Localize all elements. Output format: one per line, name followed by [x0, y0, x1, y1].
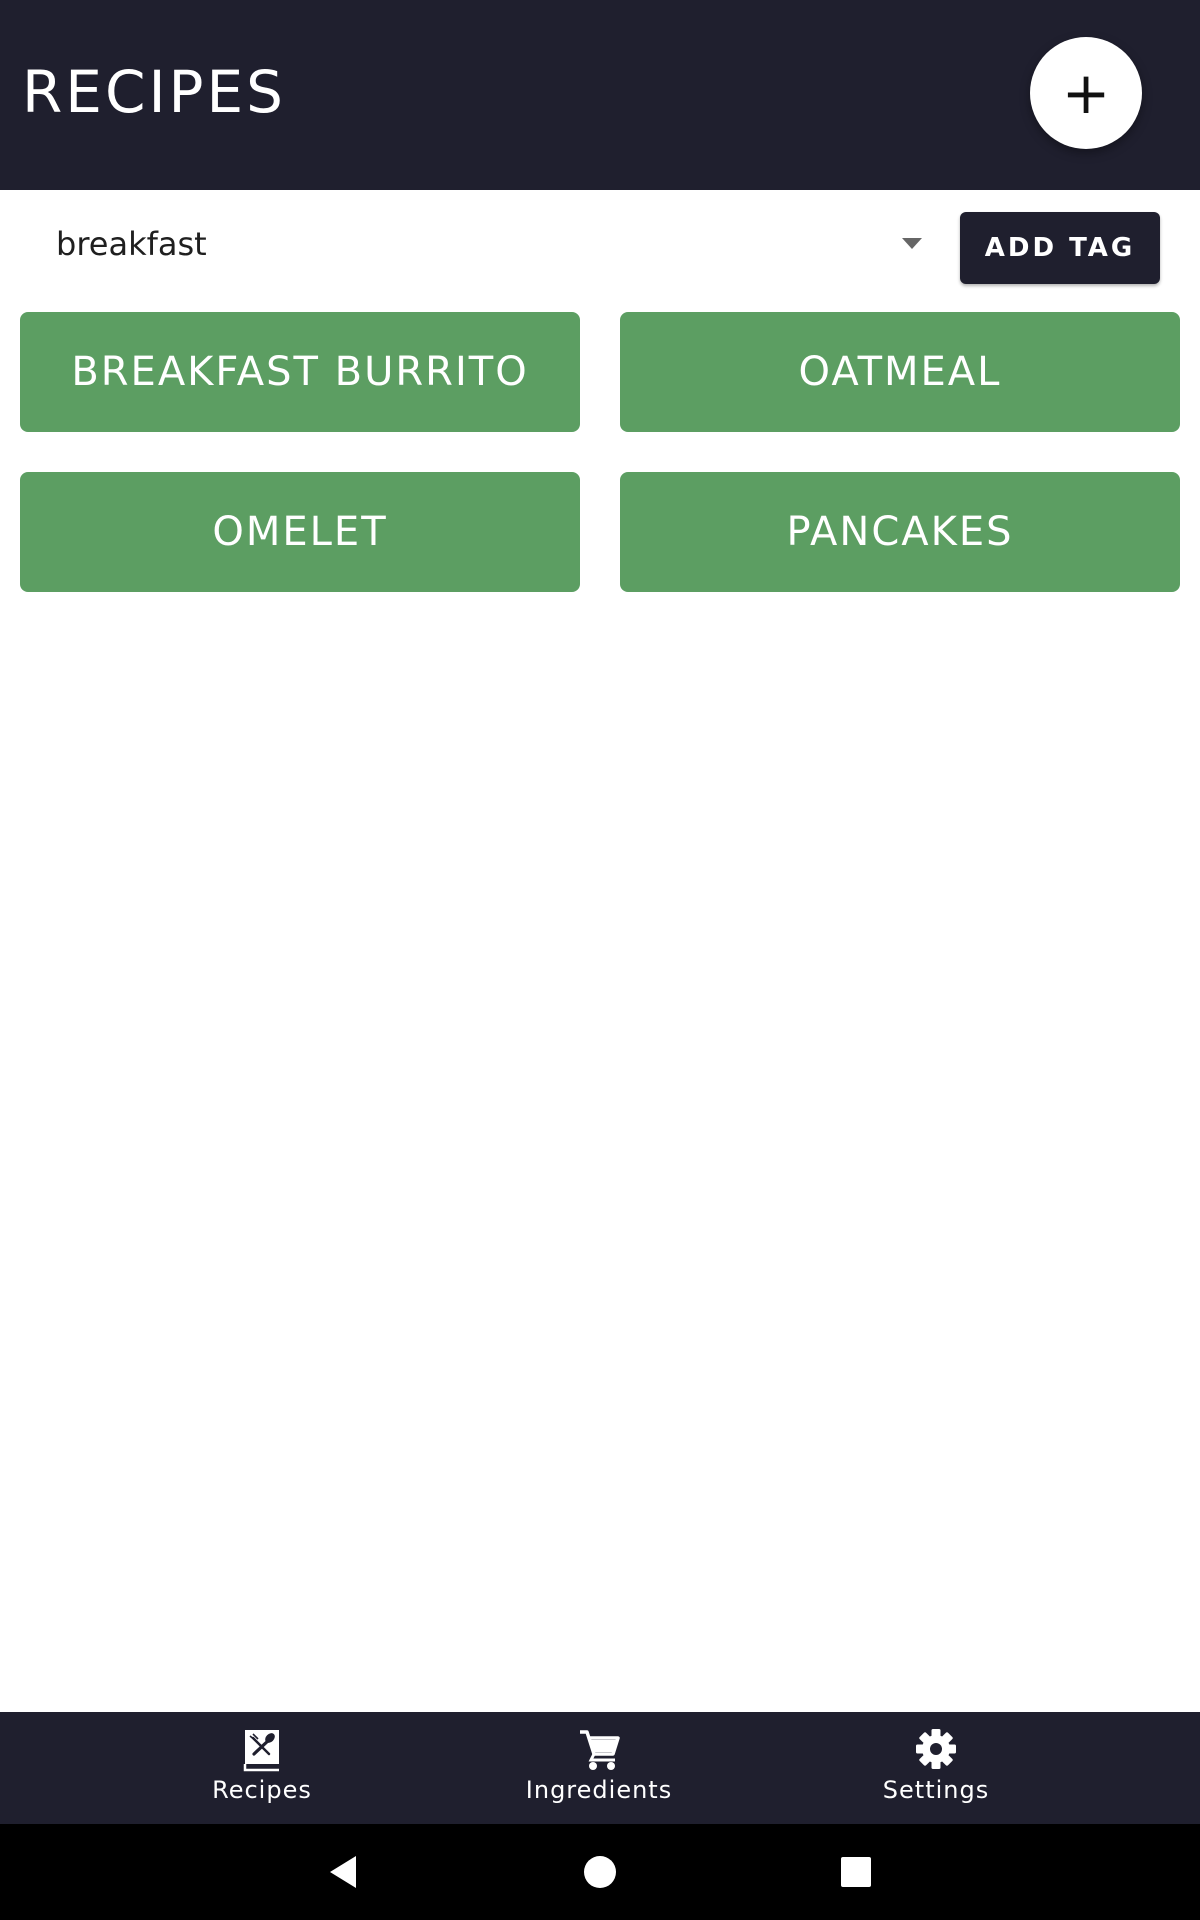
- nav-label-ingredients: Ingredients: [525, 1776, 673, 1804]
- nav-item-ingredients[interactable]: Ingredients: [449, 1712, 749, 1824]
- page-title: RECIPES: [22, 58, 286, 126]
- recipe-button-breakfast-burrito[interactable]: BREAKFAST BURRITO: [20, 312, 580, 432]
- recipe-button-omelet[interactable]: OMELET: [20, 472, 580, 592]
- selected-tag-value: breakfast: [56, 225, 207, 263]
- dropdown-arrow-icon: [902, 238, 922, 249]
- plus-icon: +: [1061, 59, 1111, 127]
- add-recipe-button[interactable]: +: [1030, 37, 1142, 149]
- shopping-cart-icon: [580, 1730, 620, 1770]
- nav-label-settings: Settings: [882, 1776, 990, 1804]
- recents-icon[interactable]: [836, 1852, 876, 1892]
- recipe-button-oatmeal[interactable]: OATMEAL: [620, 312, 1180, 432]
- bottom-navigation: Recipes Ingredients Settings: [0, 1712, 1200, 1824]
- home-icon[interactable]: [580, 1852, 620, 1892]
- gear-icon: [916, 1729, 956, 1769]
- system-navigation-bar: [0, 1824, 1200, 1920]
- recipe-book-icon: [243, 1730, 279, 1772]
- add-tag-button[interactable]: ADD TAG: [960, 212, 1160, 284]
- nav-label-recipes: Recipes: [212, 1776, 312, 1804]
- nav-item-recipes[interactable]: Recipes: [112, 1712, 412, 1824]
- tag-filter-dropdown[interactable]: breakfast: [40, 212, 922, 276]
- recipe-grid: BREAKFAST BURRITO OATMEAL OMELET PANCAKE…: [20, 312, 1180, 592]
- back-icon[interactable]: [324, 1852, 364, 1892]
- nav-item-settings[interactable]: Settings: [786, 1712, 1086, 1824]
- app-bar: RECIPES +: [0, 0, 1200, 190]
- recipe-button-pancakes[interactable]: PANCAKES: [620, 472, 1180, 592]
